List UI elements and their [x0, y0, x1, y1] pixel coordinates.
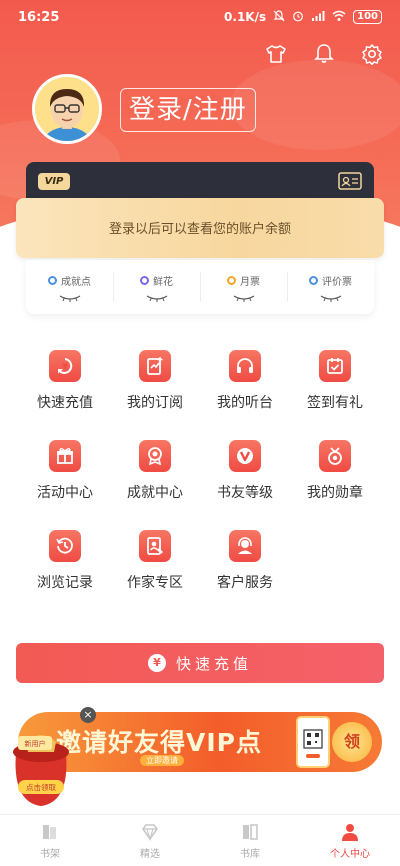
- balance-hint: 登录以后可以查看您的账户余额: [108, 222, 291, 237]
- stat-review-tickets[interactable]: 评价票: [287, 260, 374, 314]
- redbag-bottom-text: 点击领取: [26, 782, 56, 792]
- stat-label: 月票: [240, 276, 260, 288]
- dot-icon: [309, 275, 318, 285]
- menu-customer-service[interactable]: 客户服务: [200, 530, 290, 592]
- menu-quick-recharge[interactable]: ¥ 快速充值: [20, 350, 110, 412]
- status-bar: 16:25 0.1K/s 100: [0, 0, 400, 34]
- tab-bookshelf[interactable]: 书架: [0, 815, 100, 866]
- network-speed: 0.1K/s: [224, 10, 267, 24]
- quick-recharge-label: 快速充值: [175, 654, 252, 673]
- promo-title: 邀请好友得VIP点: [56, 728, 262, 757]
- login-register-button[interactable]: 登录/注册: [120, 88, 256, 132]
- stat-label: 鲜花: [153, 276, 173, 288]
- tab-label: 精选: [140, 848, 160, 860]
- menu-label: 我的订阅: [127, 395, 183, 411]
- bottom-tab-bar: 书架 精选 书库 个人中心: [0, 814, 400, 866]
- subscribe-icon: [139, 350, 171, 382]
- menu-label: 成就中心: [127, 485, 183, 501]
- status-indicators: 0.1K/s 100: [224, 9, 382, 25]
- profile-page: 16:25 0.1K/s 100 登录/注册 VIP 登录以后可以查看您的账户余…: [0, 0, 400, 866]
- svg-text:¥: ¥: [62, 362, 68, 371]
- close-icon[interactable]: ×: [80, 707, 96, 723]
- diamond-icon: [142, 823, 158, 841]
- wifi-icon: [332, 10, 346, 25]
- header-actions: [262, 40, 386, 68]
- dot-icon: [227, 275, 236, 285]
- menu-achievement-center[interactable]: 成就中心: [110, 440, 200, 502]
- tab-label: 书库: [240, 848, 260, 860]
- vip-badge: VIP: [38, 173, 70, 190]
- customer-service-icon: [229, 530, 261, 562]
- menu-label: 作家专区: [127, 575, 183, 591]
- menu-label: 快速充值: [37, 395, 93, 411]
- menu-browse-history[interactable]: 浏览记录: [20, 530, 110, 592]
- menu-writer-zone[interactable]: 作家专区: [110, 530, 200, 592]
- quick-recharge-button[interactable]: ¥ 快速充值: [16, 643, 384, 683]
- stat-flowers[interactable]: 鲜花: [113, 260, 200, 314]
- bookshelf-icon: [43, 824, 56, 839]
- stat-monthly-tickets[interactable]: 月票: [200, 260, 287, 314]
- tab-library[interactable]: 书库: [200, 815, 300, 866]
- yen-icon: ¥: [147, 654, 166, 672]
- headphones-icon: [229, 350, 261, 382]
- menu-label: 签到有礼: [307, 395, 363, 411]
- stat-label: 评价票: [322, 276, 352, 288]
- stats-row: 成就点 鲜花 月票 评价票: [26, 260, 374, 314]
- yen-icon: ¥: [49, 350, 81, 382]
- calendar-check-icon: [319, 350, 351, 382]
- menu-label: 我的听台: [217, 395, 273, 411]
- menu-label: 书友等级: [217, 485, 273, 501]
- new-user-redbag[interactable]: 新用户 点击领取: [6, 722, 76, 808]
- badge-icon: [319, 440, 351, 472]
- level-v-icon: [229, 440, 261, 472]
- bell-icon[interactable]: [310, 40, 338, 68]
- menu-reader-level[interactable]: 书友等级: [200, 440, 290, 502]
- battery-icon: 100: [353, 10, 382, 24]
- menu-event-center[interactable]: 活动中心: [20, 440, 110, 502]
- signal-icon: [311, 10, 325, 25]
- hidden-value-icon: [146, 294, 167, 302]
- menu-label: 客户服务: [217, 575, 273, 591]
- menu-label: 浏览记录: [37, 575, 93, 591]
- menu-my-badges[interactable]: 我的勋章: [290, 440, 380, 502]
- tab-profile[interactable]: 个人中心: [300, 815, 400, 866]
- menu-my-audio[interactable]: 我的听台: [200, 350, 290, 412]
- dot-icon: [48, 275, 57, 285]
- tab-label: 书架: [40, 848, 60, 860]
- hidden-value-icon: [233, 294, 254, 302]
- writer-icon: [139, 530, 171, 562]
- stat-label: 成就点: [61, 276, 91, 288]
- hidden-value-icon: [59, 294, 80, 302]
- mute-icon: [273, 9, 285, 25]
- medal-icon: [139, 440, 171, 472]
- status-time: 16:25: [18, 9, 60, 25]
- library-icon: [243, 823, 258, 840]
- avatar[interactable]: [32, 74, 102, 144]
- hidden-value-icon: [320, 294, 341, 302]
- menu-grid: ¥ 快速充值 我的订阅 我的听台 签到有礼 活动中心 成就中心 书友等级 我的勋…: [20, 350, 380, 592]
- menu-label: 我的勋章: [307, 485, 363, 501]
- menu-my-subscriptions[interactable]: 我的订阅: [110, 350, 200, 412]
- tab-label: 个人中心: [330, 848, 370, 860]
- id-card-icon[interactable]: [338, 172, 362, 190]
- phone-qr-icon: [296, 716, 330, 768]
- shirt-icon[interactable]: [262, 40, 290, 68]
- balance-banner[interactable]: 登录以后可以查看您的账户余额: [16, 198, 384, 258]
- tab-featured[interactable]: 精选: [100, 815, 200, 866]
- redbag-top-text: 新用户: [25, 739, 46, 748]
- dot-icon: [140, 275, 149, 285]
- alarm-icon: [292, 10, 304, 25]
- settings-gear-icon[interactable]: [358, 40, 386, 68]
- menu-label: 活动中心: [37, 485, 93, 501]
- menu-check-in[interactable]: 签到有礼: [290, 350, 380, 412]
- claim-coin-button[interactable]: 领: [332, 722, 372, 762]
- gift-icon: [49, 440, 81, 472]
- stat-achievement-points[interactable]: 成就点: [26, 260, 113, 314]
- person-icon: [342, 823, 358, 841]
- history-icon: [49, 530, 81, 562]
- promo-subtitle: 立即邀请: [140, 755, 184, 766]
